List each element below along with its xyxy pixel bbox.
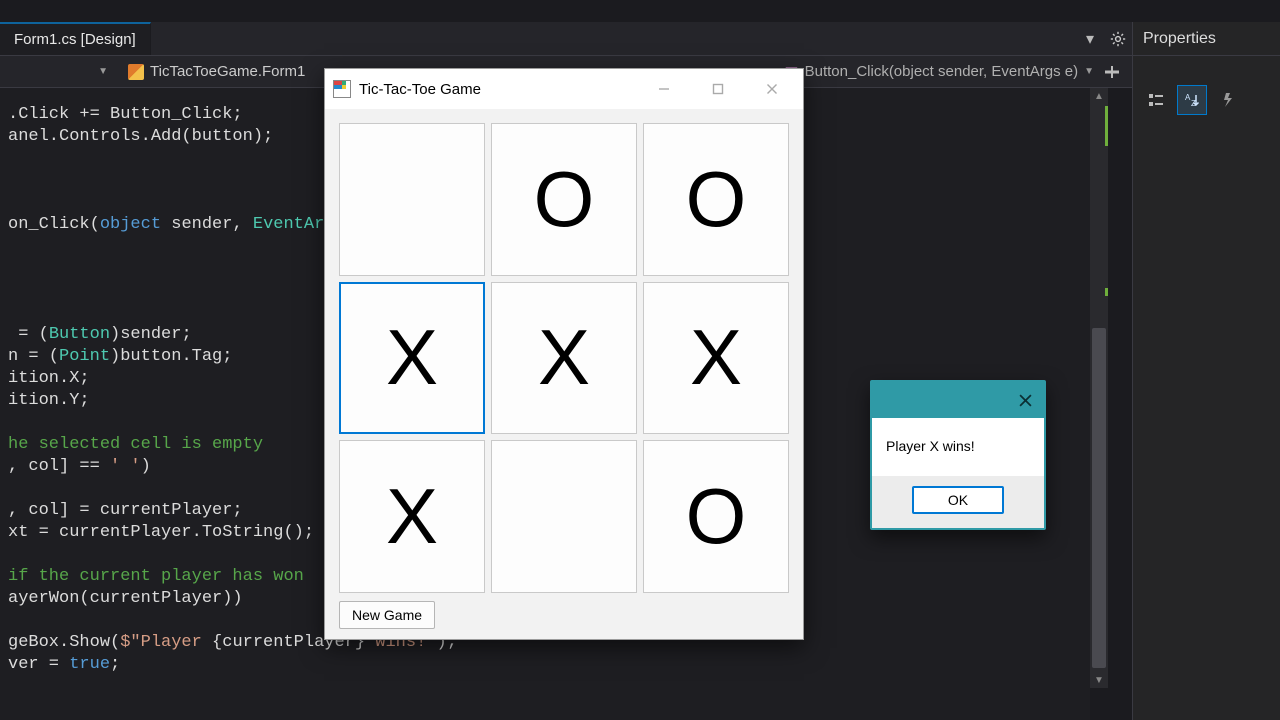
code-frag: )button.Tag;	[110, 347, 232, 366]
cell-1-2[interactable]: X	[643, 282, 789, 435]
scroll-up-icon[interactable]: ▲	[1090, 88, 1108, 104]
class-dropdown[interactable]: TicTacToeGame.Form1	[118, 56, 315, 87]
scroll-down-icon[interactable]: ▼	[1090, 672, 1108, 688]
categorized-icon[interactable]	[1141, 85, 1171, 115]
tictactoe-grid: O O X X X X O	[339, 123, 789, 593]
gear-icon[interactable]	[1104, 22, 1132, 55]
code-frag: object	[100, 215, 161, 234]
code-line: xt = currentPlayer.ToString();	[8, 523, 314, 542]
tab-overflow-chevron-icon[interactable]: ▾	[1076, 22, 1104, 55]
split-editor-icon[interactable]	[1104, 64, 1132, 80]
maximize-button[interactable]	[695, 73, 741, 105]
code-frag: $"Player	[120, 633, 212, 652]
properties-toolbar: AZ	[1133, 76, 1280, 124]
code-frag: ' '	[110, 457, 141, 476]
code-line: .Click += Button_Click;	[8, 105, 243, 124]
class-dropdown-label: TicTacToeGame.Form1	[150, 63, 305, 80]
tab-spacer	[151, 22, 1076, 55]
chevron-down-icon: ▼	[98, 66, 108, 77]
code-line: ayerWon(currentPlayer))	[8, 589, 243, 608]
cell-2-2[interactable]: O	[643, 440, 789, 593]
tictactoe-window: Tic-Tac-Toe Game O O X X X X O New Game	[324, 68, 804, 640]
cell-0-2[interactable]: O	[643, 123, 789, 276]
code-line: he selected cell is empty	[8, 435, 263, 454]
code-frag: ver =	[8, 655, 69, 674]
app-icon	[333, 80, 351, 98]
window-titlebar[interactable]: Tic-Tac-Toe Game	[325, 69, 803, 109]
minimize-button[interactable]	[641, 73, 687, 105]
cell-0-0[interactable]	[339, 123, 485, 276]
scope-dropdown[interactable]: ▼	[0, 56, 118, 87]
window-title: Tic-Tac-Toe Game	[359, 81, 633, 98]
ok-button[interactable]: OK	[912, 486, 1004, 514]
cell-1-1[interactable]: X	[491, 282, 637, 435]
code-frag: sender,	[161, 215, 253, 234]
code-frag: )	[141, 457, 151, 476]
code-frag: )sender;	[110, 325, 192, 344]
messagebox-text: Player X wins!	[872, 418, 1044, 476]
properties-panel: Properties AZ	[1132, 22, 1280, 720]
chevron-down-icon: ▼	[1084, 66, 1094, 77]
messagebox-footer: OK	[872, 476, 1044, 528]
code-frag: true	[69, 655, 110, 674]
code-frag: Button	[49, 325, 110, 344]
editor-scrollbar[interactable]: ▲ ▼	[1090, 88, 1108, 688]
scroll-change-marker	[1105, 288, 1108, 296]
close-icon[interactable]	[1012, 388, 1038, 412]
tab-label: Form1.cs [Design]	[14, 31, 136, 48]
alphabetical-icon[interactable]: AZ	[1177, 85, 1207, 115]
cell-2-0[interactable]: X	[339, 440, 485, 593]
code-frag: , col] ==	[8, 457, 110, 476]
new-game-button[interactable]: New Game	[339, 601, 435, 629]
messagebox-titlebar[interactable]	[872, 382, 1044, 418]
class-icon	[128, 64, 144, 80]
cell-2-1[interactable]	[491, 440, 637, 593]
code-line: anel.Controls.Add(button);	[8, 127, 273, 146]
code-frag: ;	[110, 655, 120, 674]
document-tab-bar: Form1.cs [Design] ▾	[0, 22, 1132, 56]
member-dropdown[interactable]: ◧ Button_Click(object sender, EventArgs …	[774, 56, 1104, 87]
code-frag: on_Click(	[8, 215, 100, 234]
properties-header: Properties	[1133, 22, 1280, 56]
member-dropdown-label: Button_Click(object sender, EventArgs e)	[805, 63, 1078, 80]
cell-1-0[interactable]: X	[339, 282, 485, 435]
code-frag: Point	[59, 347, 110, 366]
tab-form1-design[interactable]: Form1.cs [Design]	[0, 22, 151, 55]
messagebox: Player X wins! OK	[870, 380, 1046, 530]
code-line: ition.X;	[8, 369, 90, 388]
code-frag: geBox.Show(	[8, 633, 120, 652]
code-line: ition.Y;	[8, 391, 90, 410]
events-icon[interactable]	[1213, 85, 1243, 115]
code-frag: = (	[8, 325, 49, 344]
scroll-change-marker	[1105, 106, 1108, 146]
code-line: , col] = currentPlayer;	[8, 501, 243, 520]
close-button[interactable]	[749, 73, 795, 105]
code-frag: n = (	[8, 347, 59, 366]
scroll-thumb[interactable]	[1092, 328, 1106, 668]
cell-0-1[interactable]: O	[491, 123, 637, 276]
properties-title: Properties	[1143, 30, 1216, 48]
window-body: O O X X X X O New Game	[325, 109, 803, 639]
code-line: if the current player has won	[8, 567, 304, 586]
